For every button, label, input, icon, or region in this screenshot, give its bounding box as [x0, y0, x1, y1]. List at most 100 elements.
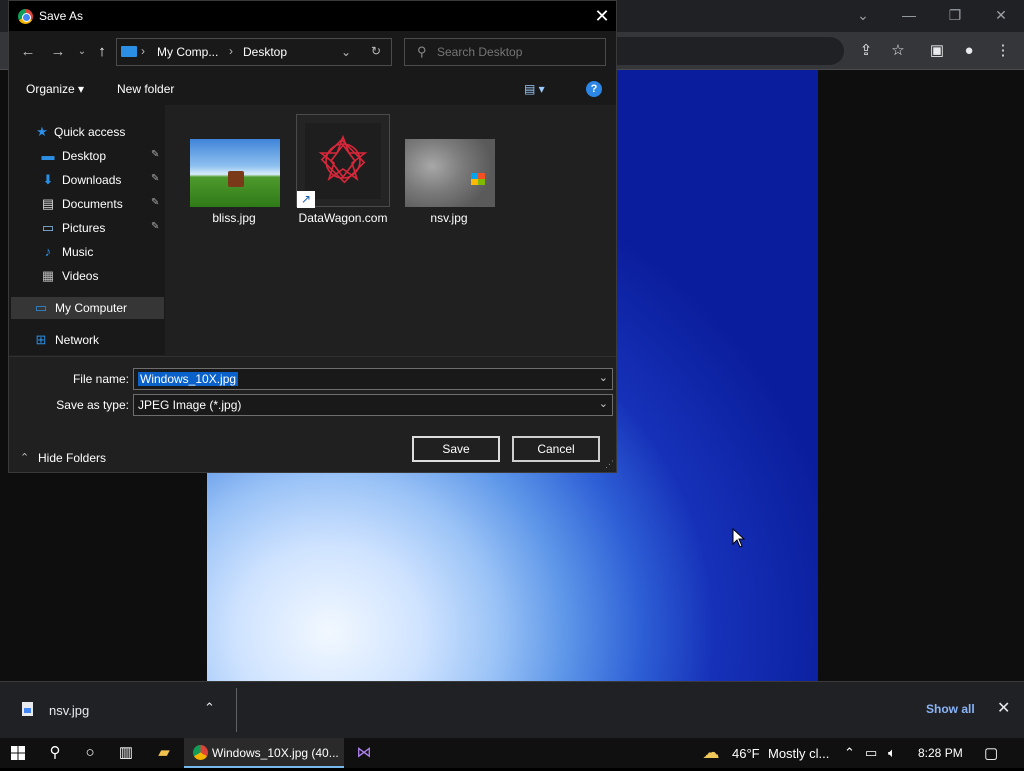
- videos-icon: ▦: [41, 268, 55, 283]
- nav-item-label: Pictures: [62, 221, 106, 235]
- chevron-down-icon[interactable]: ⌄: [599, 371, 608, 384]
- pin-icon: ✎: [151, 221, 160, 232]
- file-explorer-icon[interactable]: ▰: [146, 738, 182, 768]
- weather-icon[interactable]: ☁: [696, 738, 726, 768]
- bookmark-star-icon[interactable]: ☆: [887, 40, 909, 62]
- tab-search-icon[interactable]: ⌄: [840, 4, 886, 26]
- taskbar: ⚲ ○ ▥ ▰ Windows_10X.jpg (40... ⋈ ☁ 46°F …: [0, 738, 1024, 768]
- nav-item-documents[interactable]: ▤ Documents ✎: [40, 193, 165, 215]
- refresh-icon[interactable]: ↻: [371, 44, 381, 58]
- save-button[interactable]: Save: [412, 436, 500, 462]
- pin-icon: ✎: [151, 197, 160, 208]
- search-input[interactable]: [437, 43, 597, 61]
- cursor-arrow-icon: [732, 527, 746, 548]
- network-icon[interactable]: ▭: [865, 745, 877, 761]
- file-item-nsv[interactable]: nsv.jpg: [401, 135, 497, 235]
- pin-icon: ✎: [151, 149, 160, 160]
- windows-logo-icon: [471, 173, 485, 185]
- breadcrumb-my-computer[interactable]: My Comp...: [157, 45, 218, 59]
- chevron-down-icon[interactable]: ⌄: [599, 397, 608, 410]
- show-all-link[interactable]: Show all: [926, 702, 975, 716]
- search-icon[interactable]: ⚲: [38, 738, 72, 768]
- file-name-input[interactable]: Windows_10X.jpg ⌄: [133, 368, 613, 390]
- show-hidden-icons-chevron-icon[interactable]: ⌃: [844, 745, 855, 761]
- star-icon: ★: [36, 124, 48, 139]
- nav-item-network[interactable]: ⊞ Network: [33, 329, 158, 351]
- close-icon[interactable]: ✕: [997, 698, 1010, 718]
- profile-icon[interactable]: ●: [958, 40, 980, 62]
- recent-locations-chevron-icon[interactable]: ⌄: [71, 41, 93, 63]
- visual-studio-icon[interactable]: ⋈: [346, 738, 382, 768]
- breadcrumb-separator: ›: [229, 44, 233, 58]
- clock[interactable]: 8:28 PM: [918, 746, 963, 760]
- new-folder-button[interactable]: New folder: [117, 82, 174, 96]
- breadcrumb-desktop[interactable]: Desktop: [243, 45, 287, 59]
- cortana-icon[interactable]: ○: [72, 738, 108, 768]
- chrome-icon: [18, 9, 33, 24]
- back-arrow-icon[interactable]: ←: [17, 41, 39, 63]
- download-bar: nsv.jpg ⌃ Show all ✕: [0, 681, 1024, 738]
- help-icon[interactable]: ?: [586, 81, 602, 97]
- close-window-icon[interactable]: ✕: [978, 4, 1024, 26]
- nav-my-computer-label: My Computer: [55, 301, 128, 315]
- notifications-icon[interactable]: ▢: [984, 744, 998, 762]
- dialog-close-icon[interactable]: ✕: [589, 5, 615, 27]
- command-bar: Organize ▾ New folder ▤ ▾ ?: [9, 73, 616, 105]
- download-item-name[interactable]: nsv.jpg: [49, 703, 89, 718]
- address-dropdown-icon[interactable]: ⌄: [341, 45, 351, 59]
- nav-item-desktop[interactable]: ▬ Desktop ✎: [40, 145, 165, 167]
- breadcrumb-separator: ›: [141, 44, 145, 58]
- shortcut-arrow-icon: ↗: [297, 191, 315, 208]
- address-breadcrumb[interactable]: › My Comp... › Desktop ⌄ ↻: [116, 38, 392, 66]
- side-panel-icon[interactable]: ▣: [926, 40, 948, 62]
- chevron-up-icon: ⌃: [20, 452, 30, 464]
- volume-icon[interactable]: 🔈︎: [888, 745, 896, 761]
- file-item-datawagon[interactable]: ↗ DataWagon.com: [296, 114, 390, 225]
- nav-item-pictures[interactable]: ▭ Pictures ✎: [40, 217, 165, 239]
- menu-icon[interactable]: ⋮: [992, 40, 1014, 62]
- file-list: bliss.jpg ↗ DataWagon.com nsv.jpg: [166, 105, 616, 355]
- navigation-pane: ★ Quick access ▬ Desktop ✎ ⬇ Downloads ✎…: [9, 105, 165, 355]
- up-arrow-icon[interactable]: ↑: [91, 41, 113, 63]
- download-divider: [236, 688, 237, 732]
- taskbar-chrome-task[interactable]: Windows_10X.jpg (40...: [184, 738, 344, 768]
- chrome-icon: [193, 745, 208, 760]
- chevron-up-icon[interactable]: ⌃: [204, 700, 215, 716]
- documents-icon: ▤: [41, 196, 55, 211]
- nav-item-my-computer[interactable]: ▭ My Computer: [11, 297, 164, 319]
- restore-icon[interactable]: ❐: [932, 4, 978, 26]
- nav-quick-access[interactable]: ★ Quick access: [34, 121, 154, 143]
- file-name-value: Windows_10X.jpg: [138, 372, 239, 386]
- save-type-value: JPEG Image (*.jpg): [138, 398, 242, 412]
- share-icon[interactable]: ⇪: [855, 40, 877, 62]
- weather-temp[interactable]: 46°F: [732, 746, 760, 761]
- organize-button[interactable]: Organize ▾: [26, 82, 84, 96]
- save-options-panel: File name: Windows_10X.jpg ⌄ Save as typ…: [9, 356, 616, 472]
- nav-item-videos[interactable]: ▦ Videos: [40, 265, 165, 287]
- resize-grip-icon[interactable]: ⋰: [605, 459, 614, 470]
- minimize-icon[interactable]: —: [886, 4, 932, 26]
- navigation-bar: ← → ⌄ ↑ › My Comp... › Desktop ⌄ ↻ ⚲: [9, 31, 616, 73]
- nav-item-downloads[interactable]: ⬇ Downloads ✎: [40, 169, 165, 191]
- start-icon[interactable]: [0, 738, 36, 768]
- chrome-task-label: Windows_10X.jpg (40...: [212, 746, 339, 760]
- file-name-label: nsv.jpg: [430, 211, 468, 225]
- forward-arrow-icon[interactable]: →: [47, 41, 69, 63]
- dialog-title: Save As: [39, 9, 84, 23]
- address-bar[interactable]: [616, 37, 844, 65]
- pin-icon: ✎: [151, 173, 160, 184]
- task-view-icon[interactable]: ▥: [108, 738, 144, 768]
- search-box[interactable]: ⚲: [404, 38, 606, 66]
- download-icon: ⬇: [42, 172, 54, 187]
- nav-item-label: Videos: [62, 269, 99, 283]
- hide-folders-label: Hide Folders: [38, 451, 107, 465]
- view-options-icon[interactable]: ▤ ▾: [524, 82, 545, 96]
- weather-desc[interactable]: Mostly cl...: [768, 746, 829, 761]
- windows-start-logo-icon: [11, 746, 25, 760]
- cancel-button[interactable]: Cancel: [512, 436, 600, 462]
- file-name-label: DataWagon.com: [298, 211, 388, 225]
- nav-item-music[interactable]: ♪ Music: [40, 241, 165, 263]
- search-icon: ⚲: [417, 44, 427, 59]
- save-type-select[interactable]: JPEG Image (*.jpg) ⌄: [133, 394, 613, 416]
- file-item-bliss[interactable]: bliss.jpg: [186, 135, 282, 235]
